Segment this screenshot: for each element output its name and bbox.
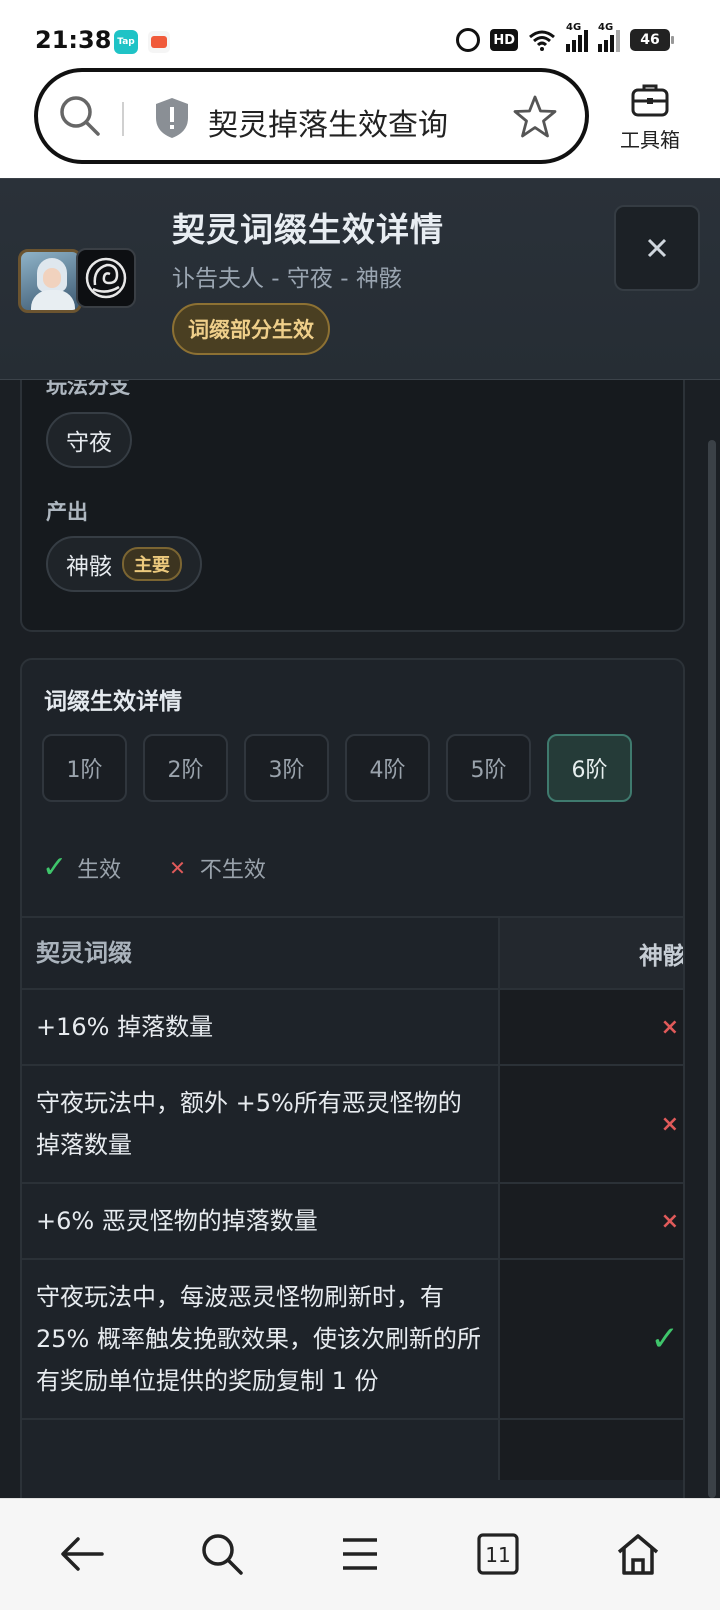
- tab-tier-2[interactable]: 2阶: [143, 734, 228, 802]
- branch-chip: 守夜: [46, 412, 132, 468]
- cross-icon: ×: [660, 1208, 679, 1234]
- affix-text-partial: [22, 1420, 500, 1480]
- tab-tier-6[interactable]: 6阶: [547, 734, 632, 802]
- affix-section-title: 词缀生效详情: [44, 689, 182, 715]
- output-chip: 神骸 主要: [46, 536, 202, 592]
- page-subtitle: 讣告夫人 - 守夜 - 神骸: [172, 266, 402, 292]
- legend-effective: 生效: [77, 857, 122, 883]
- affix-table: 契灵词缀 神骸 +16% 掉落数量 × 守夜玩法中，额外 +5%所有恶灵怪物的掉…: [22, 916, 683, 1480]
- url-text[interactable]: 契灵掉落生效查询: [208, 100, 448, 144]
- address-divider: [122, 102, 124, 136]
- table-row: +16% 掉落数量 ×: [22, 988, 683, 1064]
- back-button[interactable]: [52, 1529, 112, 1579]
- tabs-icon: 11: [477, 1533, 519, 1575]
- status-badge: 词缀部分生效: [172, 303, 330, 355]
- header-affix: 契灵词缀: [22, 918, 500, 988]
- table-row: 守夜玩法中，每波恶灵怪物刷新时，有 25% 概率触发挽歌效果，使该次刷新的所有奖…: [22, 1258, 683, 1418]
- table-row: +6% 恶灵怪物的掉落数量 ×: [22, 1182, 683, 1258]
- output-label: 产出: [46, 500, 88, 524]
- close-button[interactable]: [614, 205, 700, 291]
- search-icon: [202, 1534, 243, 1575]
- legend-not-effective: 不生效: [199, 857, 266, 883]
- search-icon[interactable]: [58, 94, 102, 138]
- table-header: 契灵词缀 神骸: [22, 916, 683, 988]
- toolbox-button[interactable]: 工具箱: [610, 82, 690, 153]
- cross-icon: ×: [660, 1014, 679, 1040]
- signal-icon-2: 4G: [598, 22, 620, 52]
- menu-button[interactable]: [330, 1529, 390, 1579]
- detail-header: 契灵词缀生效详情 讣告夫人 - 守夜 - 神骸 词缀部分生效: [0, 178, 720, 380]
- battery-icon: 46: [630, 29, 674, 51]
- tab-tier-5[interactable]: 5阶: [446, 734, 531, 802]
- game-app-icon: [148, 31, 170, 53]
- affix-text: 守夜玩法中，额外 +5%所有恶灵怪物的掉落数量: [22, 1066, 500, 1182]
- home-icon: [617, 1534, 659, 1575]
- check-icon: ✓: [42, 850, 68, 885]
- affix-detail-card: 词缀生效详情 1阶 2阶 3阶 4阶 5阶 6阶 ✓ 生效 ✕ 不生效 契灵词缀…: [20, 658, 685, 1498]
- table-row: [22, 1418, 683, 1480]
- menu-icon: [343, 1538, 377, 1570]
- home-button[interactable]: [608, 1529, 668, 1579]
- tab-tier-4[interactable]: 4阶: [345, 734, 430, 802]
- signal-icon: 4G: [566, 22, 588, 52]
- bottom-navigation: 11: [0, 1498, 720, 1610]
- alarm-icon: [456, 28, 481, 52]
- address-bar[interactable]: 契灵掉落生效查询: [34, 68, 589, 164]
- signal-label-2: 4G: [598, 22, 614, 33]
- tier-tabs: 1阶 2阶 3阶 4阶 5阶 6阶: [42, 734, 632, 802]
- toolbox-icon: [631, 84, 669, 117]
- tab-count: 11: [485, 1543, 510, 1567]
- status-bar: 21:38 Tap HD 4G 4G 46: [0, 0, 720, 68]
- branch-label: 玩法分支: [46, 380, 130, 398]
- tap-app-icon: Tap: [114, 30, 138, 54]
- table-row: 守夜玩法中，额外 +5%所有恶灵怪物的掉落数量 ×: [22, 1064, 683, 1182]
- affix-text: +16% 掉落数量: [22, 990, 500, 1064]
- primary-tag: 主要: [122, 547, 182, 581]
- back-arrow-icon: [61, 1537, 104, 1571]
- signal-label: 4G: [566, 22, 582, 33]
- legend: ✓ 生效 ✕ 不生效: [42, 850, 266, 885]
- tabs-button[interactable]: 11: [468, 1529, 528, 1579]
- affix-text: +6% 恶灵怪物的掉落数量: [22, 1184, 500, 1258]
- tab-tier-3[interactable]: 3阶: [244, 734, 329, 802]
- status-time: 21:38: [35, 26, 112, 54]
- close-icon: [647, 238, 667, 258]
- scrollbar[interactable]: [708, 440, 716, 1498]
- shield-icon[interactable]: [152, 96, 192, 140]
- cross-icon: ✕: [169, 855, 186, 880]
- star-icon[interactable]: [512, 94, 558, 140]
- tab-tier-1[interactable]: 1阶: [42, 734, 127, 802]
- browser-toolbar: 契灵掉落生效查询 工具箱: [0, 68, 720, 178]
- search-button[interactable]: [192, 1529, 252, 1579]
- branch-chip-label: 守夜: [66, 430, 112, 456]
- wifi-icon: [529, 30, 555, 51]
- status-icons: HD 4G 4G 46: [456, 22, 674, 52]
- toolbox-label: 工具箱: [620, 128, 680, 152]
- header-output: 神骸: [500, 918, 683, 988]
- check-icon: ✓: [650, 1319, 680, 1359]
- emblem-icon: [76, 248, 136, 308]
- cross-icon: ×: [660, 1111, 679, 1137]
- page-title: 契灵词缀生效详情: [172, 210, 444, 249]
- affix-text: 守夜玩法中，每波恶灵怪物刷新时，有 25% 概率触发挽歌效果，使该次刷新的所有奖…: [22, 1260, 500, 1418]
- info-card: 玩法分支 守夜 产出 神骸 主要: [20, 380, 685, 632]
- character-avatar: [18, 249, 82, 313]
- hd-icon: HD: [490, 29, 518, 51]
- detail-content[interactable]: 玩法分支 守夜 产出 神骸 主要 词缀生效详情 1阶 2阶 3阶 4阶 5阶 6…: [0, 380, 720, 1498]
- output-chip-label: 神骸: [66, 554, 112, 580]
